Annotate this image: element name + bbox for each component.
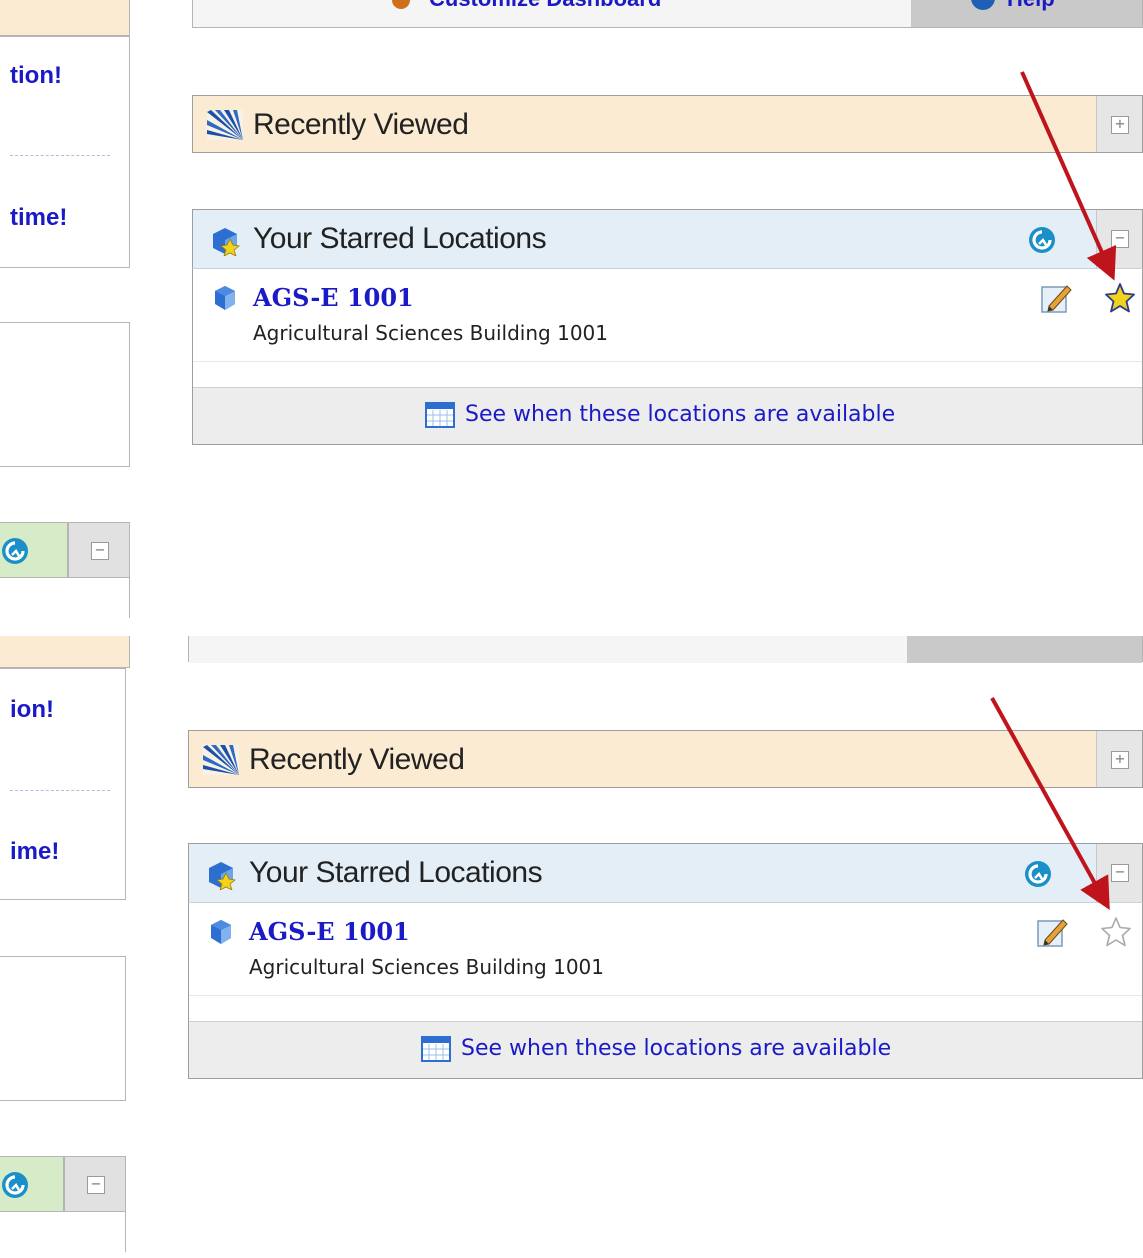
sidebar-promo-link-1[interactable]: tion! [10, 62, 62, 90]
edit-icon[interactable] [1035, 915, 1069, 949]
sidebar-widget-header: − [0, 522, 130, 618]
list-item: AGS-E 1001 Agricultural Sciences Buildin… [189, 903, 1142, 996]
sunburst-icon [207, 110, 243, 140]
sidebar-divider [10, 790, 110, 791]
gear-icon [392, 0, 410, 9]
starred-locations-header: Your Starred Locations − [192, 209, 1143, 269]
sidebar-promo-link-2[interactable]: ime! [10, 838, 59, 866]
minus-box-icon[interactable]: − [91, 542, 109, 560]
help-button[interactable]: Help [911, 0, 1142, 27]
starred-locations-body: AGS-E 1001 Agricultural Sciences Buildin… [188, 903, 1143, 1079]
starred-cube-icon [209, 862, 236, 890]
recently-viewed-controls: + [1096, 96, 1142, 152]
edit-icon[interactable] [1039, 281, 1073, 315]
sidebar-widget-body [0, 578, 130, 618]
calendar-icon [425, 402, 455, 428]
screenshot-after: ion! ime! − Recently Viewed + Your Starr… [0, 636, 1143, 1256]
availability-link[interactable]: See when these locations are available [461, 1036, 891, 1061]
starred-locations-controls: − [1096, 210, 1142, 268]
sidebar-widget [0, 956, 126, 1101]
customize-dashboard-label: Customize Dashboard [429, 0, 661, 12]
minus-box-icon[interactable]: − [1111, 230, 1129, 248]
sidebar-refresh-cell [0, 1156, 64, 1212]
recently-viewed-controls: + [1096, 731, 1142, 787]
location-description: Agricultural Sciences Building 1001 [253, 321, 608, 345]
sidebar-promo-link-1[interactable]: ion! [10, 696, 54, 724]
recently-viewed-header: Recently Viewed + [188, 730, 1143, 788]
refresh-icon[interactable] [0, 1170, 30, 1200]
customize-dashboard-button[interactable]: Customize Dashboard [193, 0, 911, 27]
location-description: Agricultural Sciences Building 1001 [249, 955, 604, 979]
sidebar-collapse-cell: − [68, 522, 130, 578]
customize-dashboard-button[interactable] [189, 636, 907, 663]
sidebar-divider [10, 155, 110, 156]
starred-locations-title: Your Starred Locations [249, 856, 543, 889]
help-icon [971, 0, 995, 10]
starred-locations-title: Your Starred Locations [253, 222, 547, 255]
availability-bar: See when these locations are available [189, 1021, 1142, 1078]
cube-icon [215, 286, 235, 310]
screenshot-before: tion! time! − Customize Dashboard [0, 0, 1143, 620]
refresh-icon[interactable] [1027, 225, 1057, 255]
sunburst-icon [203, 745, 239, 775]
sidebar-collapse-cell: − [64, 1156, 126, 1212]
dashboard-toolbar [188, 636, 1143, 663]
image-divider [0, 620, 1143, 636]
plus-box-icon[interactable]: + [1111, 751, 1129, 769]
minus-box-icon[interactable]: − [1111, 864, 1129, 882]
help-label: Help [1007, 0, 1055, 12]
sidebar-header-strip [0, 636, 130, 668]
help-button[interactable] [907, 636, 1142, 663]
starred-locations-header: Your Starred Locations − [188, 843, 1143, 903]
calendar-icon [421, 1036, 451, 1062]
refresh-icon[interactable] [1023, 859, 1053, 889]
star-icon[interactable] [1103, 281, 1137, 315]
sidebar-widget-header: − [0, 1156, 126, 1252]
recently-viewed-title: Recently Viewed [249, 743, 465, 776]
availability-bar: See when these locations are available [193, 387, 1142, 444]
minus-box-icon[interactable]: − [87, 1176, 105, 1194]
starred-locations-body: AGS-E 1001 Agricultural Sciences Buildin… [192, 269, 1143, 445]
cube-icon [211, 920, 231, 944]
recently-viewed-header: Recently Viewed + [192, 95, 1143, 153]
star-icon[interactable] [1099, 915, 1133, 949]
refresh-icon[interactable] [0, 536, 30, 566]
location-name-link[interactable]: AGS-E 1001 [249, 917, 410, 946]
sidebar-widget [0, 322, 130, 467]
starred-cube-icon [213, 228, 240, 256]
list-item: AGS-E 1001 Agricultural Sciences Buildin… [193, 269, 1142, 362]
plus-box-icon[interactable]: + [1111, 116, 1129, 134]
location-name-link[interactable]: AGS-E 1001 [253, 283, 414, 312]
starred-locations-controls: − [1096, 844, 1142, 902]
availability-link[interactable]: See when these locations are available [465, 402, 895, 427]
sidebar-header-strip [0, 0, 130, 36]
sidebar-refresh-cell [0, 522, 68, 578]
recently-viewed-title: Recently Viewed [253, 108, 469, 141]
sidebar-promo-link-2[interactable]: time! [10, 204, 67, 232]
dashboard-toolbar: Customize Dashboard Help [192, 0, 1143, 28]
sidebar-widget-body [0, 1212, 126, 1252]
